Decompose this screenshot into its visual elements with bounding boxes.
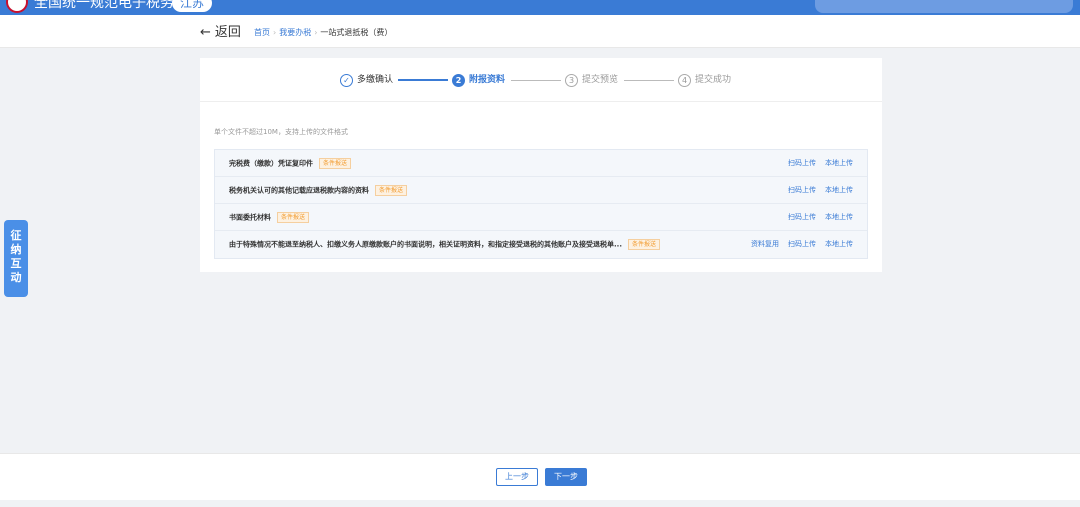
breadcrumb-home[interactable]: 首页 (254, 28, 270, 37)
step-3: 3 提交预览 (565, 72, 618, 88)
attachment-row: 由于特殊情况不能退至纳税人、扣缴义务人原缴款账户的书面说明，相关证明资料，和指定… (215, 231, 867, 258)
step-4-number: 4 (678, 73, 691, 87)
row-actions: 资料复用 扫码上传 本地上传 (742, 239, 853, 250)
attachment-panel: 单个文件不超过10M，支持上传的文件格式 完税费（缴款）凭证复印件 条件报送 扫码… (200, 102, 882, 272)
chevron-right-icon: › (273, 28, 277, 37)
bottom-status-strip (0, 500, 1080, 507)
attachment-name: 书面委托材料 条件报送 (229, 212, 310, 224)
step-2-number: 2 (452, 73, 465, 87)
attachment-name: 税务机关认可的其他记载应退税款内容的资料 条件报送 (229, 185, 408, 197)
step-1-label: 多缴确认 (357, 75, 394, 85)
site-title: 全国统一规范电子税务局 (34, 0, 188, 11)
local-upload-link[interactable]: 本地上传 (825, 159, 853, 167)
arrow-left-icon: ← (200, 25, 211, 40)
side-tab-char: 动 (10, 271, 22, 284)
region-switch-badge[interactable]: 江苏 (172, 0, 213, 12)
side-tab-char: 征 (10, 229, 22, 242)
breadcrumb: 首页 › 我要办税 › 一站式退抵税（费） (254, 27, 392, 39)
attachment-list: 完税费（缴款）凭证复印件 条件报送 扫码上传 本地上传 税务机关认可的其他记载应退税… (214, 149, 868, 259)
check-circle-icon: ✓ (340, 73, 353, 87)
breadcrumb-current: 一站式退抵税（费） (320, 28, 393, 37)
tax-emblem-logo (6, 0, 28, 13)
local-upload-link[interactable]: 本地上传 (825, 240, 853, 248)
interaction-side-tab[interactable]: 征 纳 互 动 (4, 220, 28, 297)
next-step-button[interactable]: 下一步 (545, 468, 587, 486)
conditional-tag: 条件报送 (319, 158, 352, 169)
row-actions: 扫码上传 本地上传 (779, 158, 853, 169)
step-connector-2 (511, 80, 561, 81)
scan-upload-link[interactable]: 扫码上传 (788, 186, 816, 194)
chevron-right-icon: › (314, 28, 318, 37)
side-tab-char: 互 (10, 257, 22, 270)
step-2: 2 附报资料 (452, 72, 505, 88)
row-actions: 扫码上传 本地上传 (779, 185, 853, 196)
step-4: 4 提交成功 (678, 72, 731, 88)
step-4-label: 提交成功 (695, 75, 732, 85)
reuse-material-link[interactable]: 资料复用 (751, 240, 779, 248)
attachment-name: 由于特殊情况不能退至纳税人、扣缴义务人原缴款账户的书面说明，相关证明资料，和指定… (229, 239, 660, 251)
local-upload-link[interactable]: 本地上传 (825, 186, 853, 194)
side-tab-char: 纳 (10, 243, 22, 256)
upload-hint: 单个文件不超过10M，支持上传的文件格式 (214, 128, 348, 136)
back-button[interactable]: ← 返回 (200, 25, 241, 41)
conditional-tag: 条件报送 (375, 185, 408, 196)
scan-upload-link[interactable]: 扫码上传 (788, 213, 816, 221)
scan-upload-link[interactable]: 扫码上传 (788, 240, 816, 248)
footer-action-bar (0, 453, 1080, 500)
attachment-name-text: 书面委托材料 (229, 213, 271, 222)
prev-step-button[interactable]: 上一步 (496, 468, 538, 486)
conditional-tag: 条件报送 (277, 212, 310, 223)
back-label: 返回 (214, 25, 241, 40)
step-3-number: 3 (565, 73, 578, 87)
local-upload-link[interactable]: 本地上传 (825, 213, 853, 221)
step-2-label: 附报资料 (469, 75, 506, 85)
user-info-area[interactable] (815, 0, 1073, 13)
progress-steps: ✓ 多缴确认 2 附报资料 3 提交预览 4 提交成功 (200, 58, 882, 102)
scan-upload-link[interactable]: 扫码上传 (788, 159, 816, 167)
conditional-tag: 条件报送 (627, 239, 660, 250)
attachment-name-text: 完税费（缴款）凭证复印件 (229, 159, 313, 168)
attachment-row: 书面委托材料 条件报送 扫码上传 本地上传 (215, 204, 867, 231)
step-3-label: 提交预览 (582, 75, 619, 85)
attachment-row: 税务机关认可的其他记载应退税款内容的资料 条件报送 扫码上传 本地上传 (215, 177, 867, 204)
attachment-name-text: 税务机关认可的其他记载应退税款内容的资料 (229, 186, 369, 195)
row-actions: 扫码上传 本地上传 (779, 212, 853, 223)
step-1: ✓ 多缴确认 (340, 72, 393, 88)
attachment-name-text: 由于特殊情况不能退至纳税人、扣缴义务人原缴款账户的书面说明，相关证明资料，和指定… (229, 240, 622, 249)
nav-header-band (0, 15, 1080, 48)
breadcrumb-tax-service[interactable]: 我要办税 (279, 28, 311, 37)
attachment-name: 完税费（缴款）凭证复印件 条件报送 (229, 158, 352, 170)
top-header-bar: 全国统一规范电子税务局 江苏 (0, 0, 1080, 15)
step-connector-3 (624, 80, 674, 81)
attachment-row: 完税费（缴款）凭证复印件 条件报送 扫码上传 本地上传 (215, 150, 867, 177)
step-connector-1 (398, 79, 448, 81)
